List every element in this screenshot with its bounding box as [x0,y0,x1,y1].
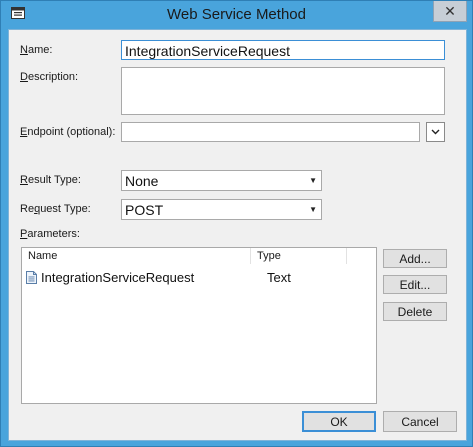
parameters-list[interactable]: Name Type IntegrationServiceRequest Text [21,247,377,404]
request-type-value: POST [125,202,164,218]
dropdown-arrow-icon: ▼ [309,176,317,185]
dialog-window: Web Service Method ✕ Name: IntegrationSe… [0,0,473,447]
parameter-name: IntegrationServiceRequest [41,269,195,285]
title-bar[interactable]: Web Service Method ✕ [1,1,472,28]
endpoint-field[interactable] [121,122,420,142]
description-label: Description: [20,71,79,83]
description-field[interactable] [121,67,445,115]
request-type-select[interactable]: POST ▼ [121,199,322,220]
endpoint-label: Endpoint (optional): [20,126,116,138]
column-header-type[interactable]: Type [251,248,347,264]
request-type-label: Request Type: [20,203,91,215]
column-header-name[interactable]: Name [22,248,251,264]
dropdown-arrow-icon: ▼ [309,205,317,214]
document-icon [26,270,37,284]
close-button[interactable]: ✕ [433,1,467,22]
result-type-label: Result Type: [20,174,81,186]
result-type-select[interactable]: None ▼ [121,170,322,191]
list-item[interactable]: IntegrationServiceRequest Text [26,268,366,286]
name-field[interactable]: IntegrationServiceRequest [121,40,445,60]
parameters-label: Parameters: [20,228,80,240]
endpoint-dropdown-button[interactable] [426,122,445,142]
edit-button[interactable]: Edit... [383,275,447,294]
ok-button[interactable]: OK [302,411,376,432]
cancel-button[interactable]: Cancel [383,411,457,432]
chevron-down-icon [431,129,440,135]
result-type-value: None [125,173,159,189]
dialog-client: Name: IntegrationServiceRequest Descript… [8,29,467,441]
close-icon: ✕ [444,2,456,19]
delete-button[interactable]: Delete [383,302,447,321]
name-label: Name: [20,44,53,56]
window-title: Web Service Method [167,6,306,23]
parameter-type: Text [267,269,291,285]
add-button[interactable]: Add... [383,249,447,268]
